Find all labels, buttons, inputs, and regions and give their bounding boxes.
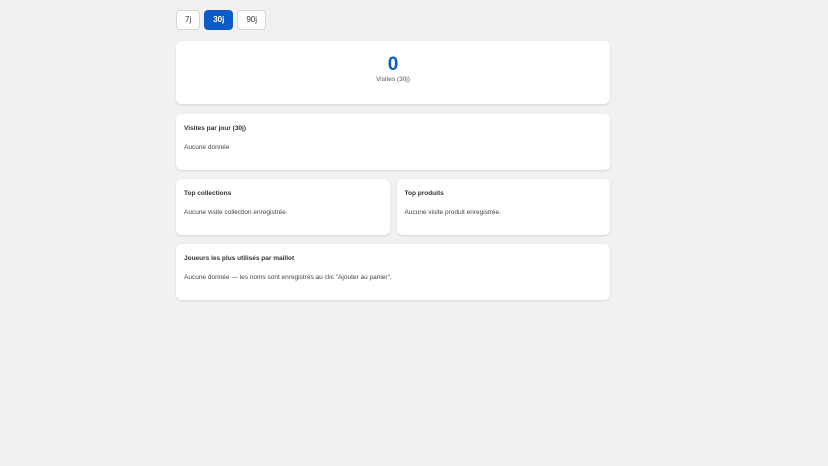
period-tab-7d[interactable]: 7j [176,10,201,30]
analytics-container: 7j 30j 90j 0 Visites (30j) Visites par j… [176,10,610,309]
period-tab-30d[interactable]: 30j [204,10,234,30]
top-players-empty: Aucune donnée — les noms sont enregistré… [184,274,392,281]
top-lists-row: Top collections Aucune visite collection… [176,179,610,235]
top-products-title: Top produits [404,190,444,197]
period-selector: 7j 30j 90j [176,10,610,30]
daily-visits-title: Visites par jour (30j) [184,125,247,132]
top-products-card: Top produits Aucune visite produit enreg… [396,179,610,235]
visits-count: 0 [387,54,399,75]
visits-count-label: Visites (30j) [376,76,410,83]
top-collections-card: Top collections Aucune visite collection… [176,179,390,235]
daily-visits-card: Visites par jour (30j) Aucune donnée [176,114,610,170]
top-players-card: Joueurs les plus utilisés par maillot Au… [176,244,610,300]
top-products-empty: Aucune visite produit enregistrée. [404,209,501,216]
period-tab-90d[interactable]: 90j [237,10,267,30]
visits-summary-card: 0 Visites (30j) [176,41,610,104]
top-collections-empty: Aucune visite collection enregistrée. [184,209,288,216]
daily-visits-empty: Aucune donnée [184,144,230,151]
top-collections-title: Top collections [184,190,232,197]
top-players-title: Joueurs les plus utilisés par maillot [184,255,295,262]
